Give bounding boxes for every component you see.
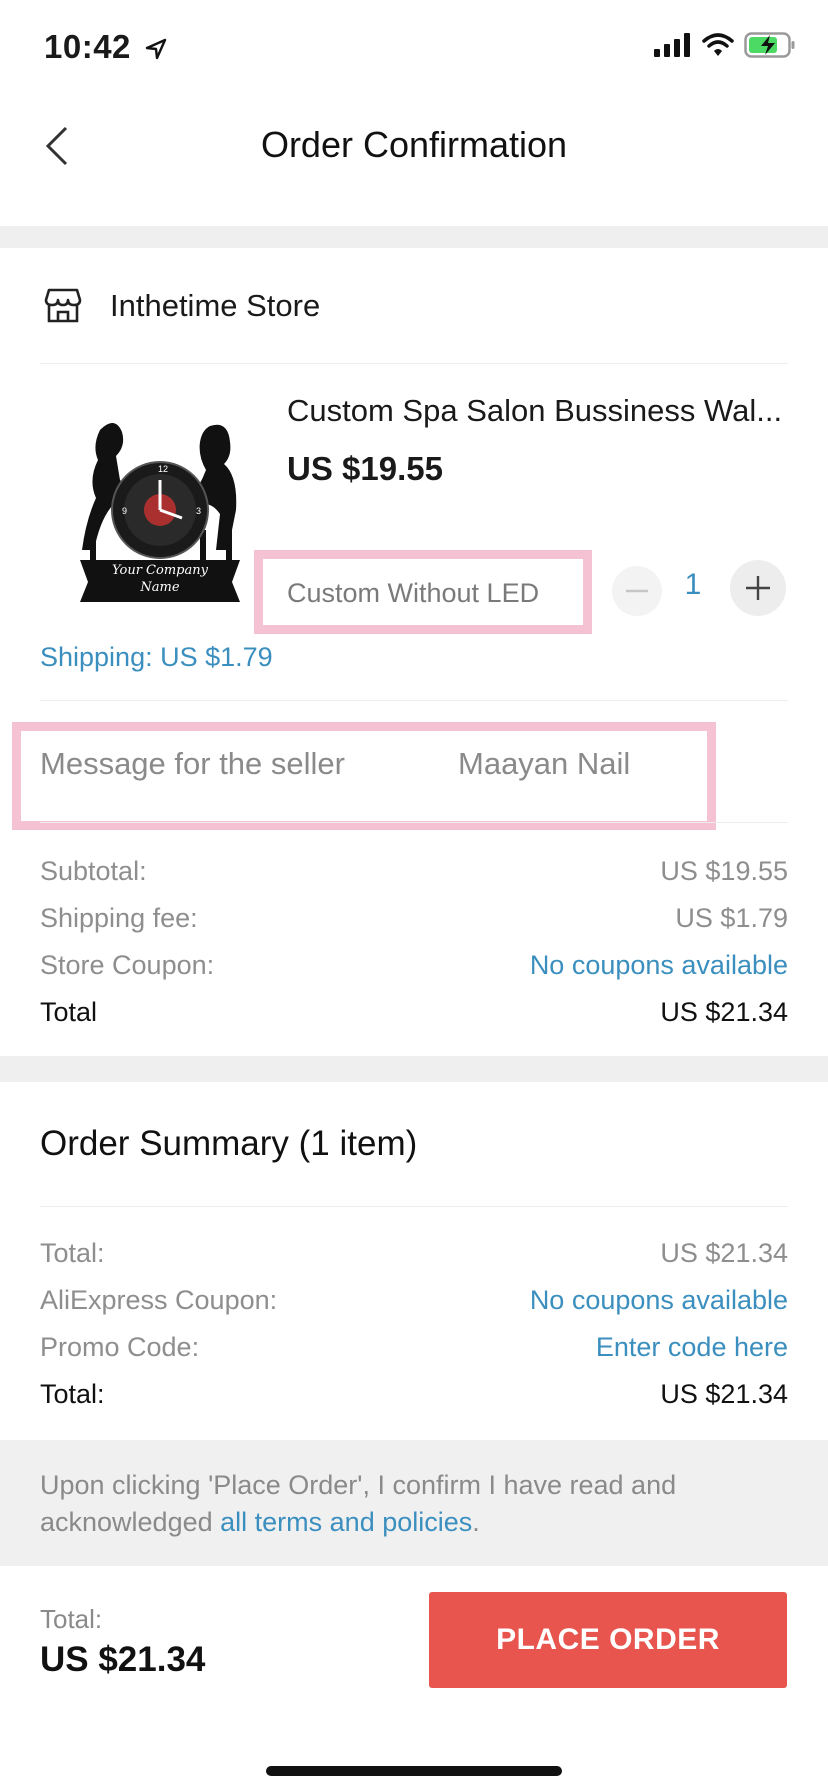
wifi-icon	[702, 33, 734, 56]
product-title[interactable]: Custom Spa Salon Bussiness Wal...	[287, 393, 797, 429]
shipping-fee-value: US $1.79	[675, 903, 788, 933]
footer-total-label: Total:	[40, 1604, 103, 1634]
page-title: Order Confirmation	[260, 124, 568, 165]
product-image[interactable]: 12 3 9 Your Company Name	[60, 410, 260, 610]
store-icon	[44, 286, 82, 324]
svg-text:3: 3	[196, 506, 201, 516]
subtotal-label: Subtotal:	[40, 856, 147, 886]
battery-charging-icon	[744, 32, 795, 58]
place-order-button[interactable]: PLACE ORDER	[429, 1592, 787, 1688]
minus-icon	[626, 589, 648, 593]
aliexpress-coupon-row: AliExpress Coupon: No coupons available	[40, 1285, 788, 1316]
shipping-fee-row: Shipping fee: US $1.79	[40, 903, 788, 934]
grand-total-label: Total:	[40, 1379, 105, 1409]
product-image-caption: Your Company Name	[112, 563, 208, 595]
shipping-fee-label: Shipping fee:	[40, 903, 198, 933]
message-input[interactable]: Maayan Nail	[458, 746, 630, 782]
section-divider	[0, 226, 828, 248]
plus-icon	[746, 576, 770, 600]
divider	[40, 700, 788, 701]
store-coupon-value[interactable]: No coupons available	[530, 950, 788, 981]
terms-text: Upon clicking 'Place Order', I confirm I…	[40, 1470, 677, 1537]
promo-code-label: Promo Code:	[40, 1332, 200, 1362]
quantity-decrease-button[interactable]	[612, 566, 662, 616]
store-total-value: US $21.34	[660, 997, 788, 1027]
quantity-increase-button[interactable]	[730, 560, 786, 616]
quantity-value[interactable]: 1	[680, 568, 706, 602]
aliexpress-coupon-value[interactable]: No coupons available	[530, 1285, 788, 1316]
subtotal-row: Subtotal: US $19.55	[40, 856, 788, 887]
home-indicator[interactable]	[266, 1766, 562, 1776]
store-coupon-row: Store Coupon: No coupons available	[40, 950, 788, 981]
promo-code-input[interactable]: Enter code here	[596, 1332, 788, 1363]
message-label: Message for the seller	[40, 746, 345, 781]
product-variant[interactable]: Custom Without LED	[287, 578, 539, 609]
divider	[40, 1206, 788, 1207]
aliexpress-coupon-label: AliExpress Coupon:	[40, 1285, 278, 1315]
store-name[interactable]: Inthetime Store	[110, 288, 320, 324]
divider	[40, 363, 788, 364]
order-total-value: US $21.34	[660, 1238, 788, 1268]
section-divider	[0, 1056, 828, 1082]
shipping-option[interactable]: Shipping: US $1.79	[40, 642, 273, 673]
location-arrow-icon	[145, 39, 166, 60]
status-indicators	[654, 32, 796, 58]
svg-text:9: 9	[122, 506, 127, 516]
store-total-label: Total	[40, 997, 98, 1027]
product-price: US $19.55	[287, 450, 443, 487]
order-total-row: Total: US $21.34	[40, 1238, 788, 1269]
signal-icon	[654, 33, 690, 57]
grand-total-value: US $21.34	[660, 1379, 788, 1409]
status-time: 10:42	[44, 28, 167, 66]
order-total-label: Total:	[40, 1238, 105, 1268]
terms-link[interactable]: all terms and policies	[220, 1507, 472, 1537]
store-total-row: Total US $21.34	[40, 997, 788, 1028]
svg-text:12: 12	[158, 464, 168, 474]
subtotal-value: US $19.55	[660, 856, 788, 886]
order-summary-title: Order Summary (1 item)	[40, 1124, 418, 1163]
promo-code-row: Promo Code: Enter code here	[40, 1332, 788, 1363]
store-coupon-label: Store Coupon:	[40, 950, 215, 980]
grand-total-row: Total: US $21.34	[40, 1379, 788, 1410]
divider	[40, 822, 788, 823]
footer-total-value: US $21.34	[40, 1640, 206, 1679]
